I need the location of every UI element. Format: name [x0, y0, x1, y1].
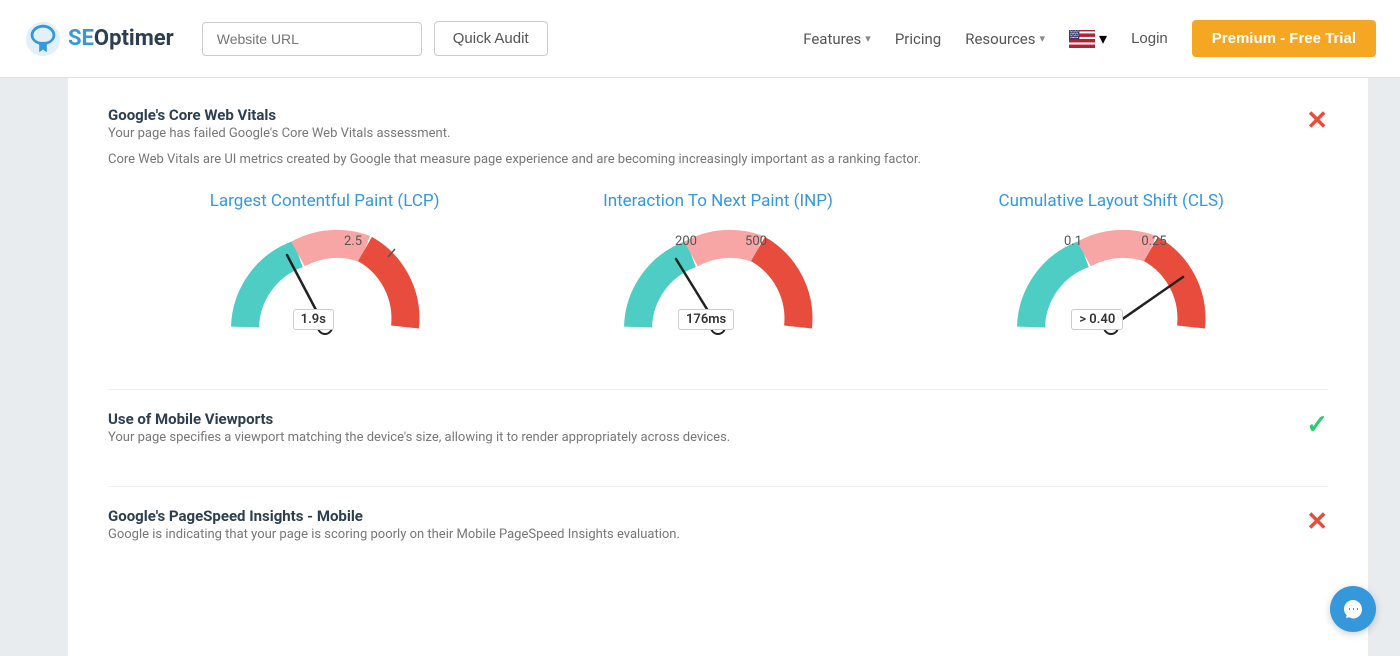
core-web-vitals-title-group: Google's Core Web Vitals Your page has f…: [108, 106, 921, 175]
cls-gauge: Cumulative Layout Shift (CLS) 0.1 0.25: [961, 191, 1261, 357]
mobile-viewports-header: Use of Mobile Viewports Your page specif…: [108, 410, 1328, 454]
lcp-value: 1.9s: [293, 309, 334, 330]
core-web-vitals-header: Google's Core Web Vitals Your page has f…: [108, 106, 1328, 175]
mobile-viewports-desc: Your page specifies a viewport matching …: [108, 428, 730, 448]
inp-title: Interaction To Next Paint (INP): [603, 191, 833, 211]
main-nav: Features ▾ Pricing Resources ▾: [803, 20, 1376, 57]
svg-text:200: 200: [675, 234, 697, 249]
mobile-viewports-section: Use of Mobile Viewports Your page specif…: [108, 410, 1328, 454]
divider-2: [108, 486, 1328, 487]
cls-svg-wrap: 0.1 0.25 > 0.40: [1011, 227, 1211, 357]
left-sidebar: [0, 78, 68, 656]
language-selector[interactable]: ▾: [1069, 29, 1107, 48]
logo[interactable]: SEOptimer: [24, 20, 174, 58]
logo-text: SEOptimer: [68, 26, 174, 51]
language-chevron-icon: ▾: [1099, 29, 1107, 48]
core-web-vitals-title: Google's Core Web Vitals: [108, 106, 921, 124]
inp-svg-wrap: 200 500 176ms: [618, 227, 818, 357]
pagespeed-mobile-title: Google's PageSpeed Insights - Mobile: [108, 507, 680, 525]
logo-icon: [24, 20, 62, 58]
features-nav-item[interactable]: Features ▾: [803, 30, 871, 48]
chat-button[interactable]: [1330, 586, 1376, 632]
core-web-vitals-section: Google's Core Web Vitals Your page has f…: [108, 106, 1328, 357]
pagespeed-mobile-fail-icon: ✕: [1306, 507, 1328, 537]
cls-value: > 0.40: [1071, 309, 1123, 330]
flag-icon: [1069, 30, 1095, 48]
svg-text:0.1: 0.1: [1064, 234, 1082, 249]
header: SEOptimer Quick Audit Features ▾ Pricing…: [0, 0, 1400, 78]
login-button[interactable]: Login: [1131, 30, 1168, 47]
quick-audit-button[interactable]: Quick Audit: [434, 21, 548, 56]
lcp-title: Largest Contentful Paint (LCP): [210, 191, 440, 211]
right-sidebar: [1368, 78, 1400, 656]
svg-text:500: 500: [745, 234, 767, 249]
core-web-vitals-desc2: Core Web Vitals are UI metrics created b…: [108, 150, 921, 170]
lcp-svg-wrap: 2.5 1.9s: [225, 227, 425, 357]
lcp-gauge: Largest Contentful Paint (LCP) 2.5: [175, 191, 475, 357]
svg-text:0.25: 0.25: [1142, 234, 1167, 249]
pagespeed-mobile-title-group: Google's PageSpeed Insights - Mobile Goo…: [108, 507, 680, 551]
pagespeed-mobile-header: Google's PageSpeed Insights - Mobile Goo…: [108, 507, 1328, 551]
cls-title: Cumulative Layout Shift (CLS): [999, 191, 1225, 211]
mobile-viewports-title-group: Use of Mobile Viewports Your page specif…: [108, 410, 730, 454]
pagespeed-mobile-section: Google's PageSpeed Insights - Mobile Goo…: [108, 507, 1328, 551]
pagespeed-mobile-desc: Google is indicating that your page is s…: [108, 525, 680, 545]
resources-nav-item[interactable]: Resources ▾: [965, 30, 1045, 48]
pricing-nav-item[interactable]: Pricing: [895, 30, 941, 48]
content-area: Google's Core Web Vitals Your page has f…: [68, 78, 1368, 656]
main-layout: Google's Core Web Vitals Your page has f…: [0, 78, 1400, 656]
divider-1: [108, 389, 1328, 390]
premium-button[interactable]: Premium - Free Trial: [1192, 20, 1376, 57]
inp-value: 176ms: [678, 309, 734, 330]
url-input[interactable]: [202, 22, 422, 56]
gauges-row: Largest Contentful Paint (LCP) 2.5: [108, 191, 1328, 357]
core-web-vitals-desc1: Your page has failed Google's Core Web V…: [108, 124, 921, 144]
chat-icon: [1342, 598, 1364, 620]
mobile-viewports-pass-icon: ✓: [1306, 410, 1328, 440]
mobile-viewports-title: Use of Mobile Viewports: [108, 410, 730, 428]
svg-text:2.5: 2.5: [344, 234, 362, 249]
core-web-vitals-fail-icon: ✕: [1306, 106, 1328, 136]
resources-chevron-icon: ▾: [1040, 32, 1046, 45]
features-chevron-icon: ▾: [865, 32, 871, 45]
inp-gauge: Interaction To Next Paint (INP) 200 500: [568, 191, 868, 357]
